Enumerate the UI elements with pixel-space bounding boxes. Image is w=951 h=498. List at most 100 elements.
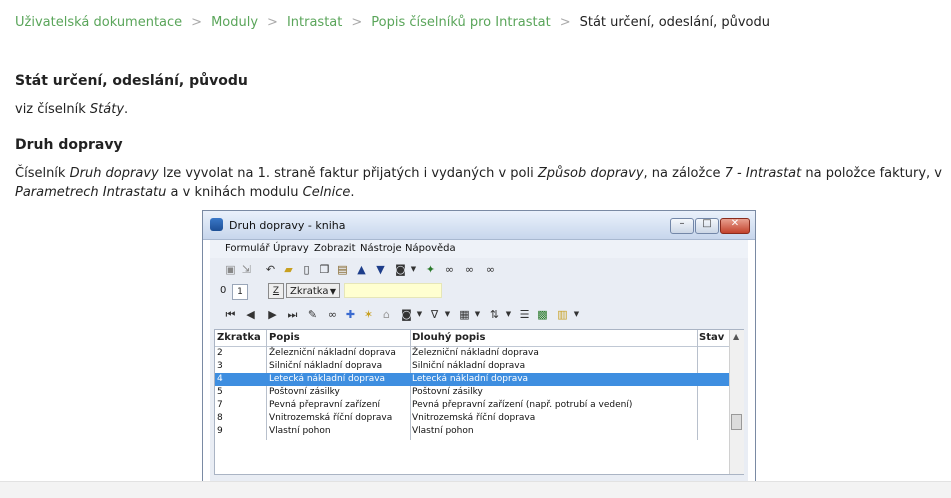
section-heading-country: Stát určení, odeslání, původu	[15, 73, 248, 89]
camera-icon[interactable]: ◙	[394, 263, 407, 276]
table-row[interactable]: 8 Vnitrozemská říční doprava Vnitrozemsk…	[215, 412, 729, 425]
scroll-up-icon[interactable]: ▲	[733, 332, 739, 341]
text-italic: 7 - Intrastat	[724, 166, 802, 181]
breadcrumb-link-docs[interactable]: Uživatelská dokumentace	[15, 15, 182, 30]
breadcrumb-link-codebooks[interactable]: Popis číselníků pro Intrastat	[371, 15, 550, 30]
column-header-description[interactable]: Popis	[269, 332, 300, 343]
text-run: .	[350, 185, 355, 200]
table-row-selected[interactable]: 4 Letecká nákladní doprava Letecká nákla…	[215, 373, 729, 386]
breadcrumb-link-modules[interactable]: Moduly	[211, 15, 258, 30]
breadcrumb-link-intrastat[interactable]: Intrastat	[287, 15, 342, 30]
maximize-button[interactable]: □	[695, 218, 719, 234]
section-text-transport-line1: Číselník Druh dopravy lze vyvolat na 1. …	[15, 163, 942, 184]
sort-select-value: Zkratka	[290, 286, 329, 297]
breadcrumb-separator: >	[559, 15, 571, 30]
text-run: , na záložce	[643, 166, 725, 181]
table-row[interactable]: 3 Silniční nákladní doprava Silniční nák…	[215, 360, 729, 373]
binoculars-icon[interactable]: ∞	[443, 263, 456, 276]
scrollbar-thumb[interactable]	[731, 414, 742, 430]
list-icon[interactable]: ☰	[518, 308, 531, 321]
chevron-down-icon[interactable]: ▼	[441, 308, 454, 321]
export-icon[interactable]: ⇲	[240, 263, 253, 276]
menu-zobrazit[interactable]: Zobrazit	[314, 243, 356, 254]
sort-icon[interactable]: ⇅	[488, 308, 501, 321]
cell-description: Pevná přepravní zařízení	[269, 400, 381, 410]
z-button[interactable]: Z	[268, 283, 284, 299]
close-button[interactable]: ✕	[720, 218, 750, 234]
text-run: lze vyvolat na 1. straně faktur přijatýc…	[158, 166, 538, 181]
save-icon[interactable]: ▣	[224, 263, 237, 276]
vertical-scrollbar[interactable]: ▲	[729, 330, 744, 474]
chevron-down-icon[interactable]: ▼	[471, 308, 484, 321]
chevron-down-icon[interactable]: ▼	[407, 263, 420, 276]
close-icon: ✕	[730, 218, 740, 229]
cell-code: 9	[217, 426, 223, 436]
cell-code: 8	[217, 413, 223, 423]
section-heading-transport: Druh dopravy	[15, 137, 123, 153]
arrow-down-icon[interactable]: ▼	[374, 263, 387, 276]
window-title: Druh dopravy - kniha	[229, 219, 346, 232]
minimize-icon: –	[679, 218, 685, 229]
text-run: Číselník	[15, 166, 70, 181]
chevron-down-icon: ▼	[329, 287, 336, 296]
table-row[interactable]: 9 Vlastní pohon Vlastní pohon	[215, 425, 729, 438]
report-icon[interactable]: ▥	[556, 308, 569, 321]
open-folder-icon[interactable]: ▰	[282, 263, 295, 276]
column-header-status[interactable]: Stav	[699, 332, 724, 343]
column-header-long-description[interactable]: Dlouhý popis	[412, 332, 485, 343]
tab-index-1[interactable]: 1	[232, 284, 248, 300]
copy-icon[interactable]: ❐	[318, 263, 331, 276]
book-icon[interactable]: ▤	[336, 263, 349, 276]
cell-code: 5	[217, 387, 223, 397]
binoculars-prev-icon[interactable]: ∞	[484, 263, 497, 276]
tab-index-0[interactable]: 0	[220, 285, 226, 296]
cell-long-description: Letecká nákladní doprava	[412, 374, 529, 384]
cell-description: Poštovní zásilky	[269, 387, 340, 397]
delete-record-icon[interactable]: ⌂	[380, 308, 393, 321]
next-record-icon[interactable]: ▶	[266, 308, 279, 321]
binoculars-next-icon[interactable]: ∞	[463, 263, 476, 276]
chevron-down-icon[interactable]: ▼	[502, 308, 515, 321]
link-states: Státy	[89, 102, 125, 117]
breadcrumb-separator: >	[191, 15, 203, 30]
cell-long-description: Vnitrozemská říční doprava	[412, 413, 536, 423]
chevron-down-icon[interactable]: ▼	[570, 308, 583, 321]
filter-icon[interactable]: ∇	[428, 308, 441, 321]
minimize-button[interactable]: –	[670, 218, 694, 234]
column-header-code[interactable]: Zkratka	[217, 332, 261, 343]
columns-icon[interactable]: ▦	[458, 308, 471, 321]
undo-icon[interactable]: ↶	[264, 263, 277, 276]
breadcrumb: Uživatelská dokumentace > Moduly > Intrastat…	[15, 15, 770, 30]
table-row[interactable]: 5 Poštovní zásilky Poštovní zásilky	[215, 386, 729, 399]
menu-upravy[interactable]: Úpravy	[273, 243, 309, 254]
new-record-icon[interactable]: ✶	[362, 308, 375, 321]
sort-select[interactable]: Zkratka ▼	[286, 283, 340, 298]
last-record-icon[interactable]: ⏭	[286, 308, 299, 321]
camera-icon[interactable]: ◙	[400, 308, 413, 321]
cell-long-description: Pevná přepravní zařízení (např. potrubí …	[412, 400, 633, 410]
app-window-screenshot: Druh dopravy - kniha – □ ✕ Formulář Úpra…	[202, 210, 756, 484]
app-icon	[210, 218, 223, 231]
first-record-icon[interactable]: ⏮	[224, 308, 237, 321]
section-text-transport-line2: Parametrech Intrastatu a v knihách modul…	[15, 182, 355, 203]
arrow-up-icon[interactable]: ▲	[355, 263, 368, 276]
previous-record-icon[interactable]: ◀	[244, 308, 257, 321]
search-input[interactable]	[344, 283, 442, 298]
chevron-down-icon[interactable]: ▼	[413, 308, 426, 321]
edit-icon[interactable]: ✎	[306, 308, 319, 321]
window-titlebar: Druh dopravy - kniha – □ ✕	[203, 211, 755, 240]
menu-nastroje[interactable]: Nástroje	[360, 243, 402, 254]
cell-long-description: Vlastní pohon	[412, 426, 474, 436]
menu-napoveda[interactable]: Nápověda	[405, 243, 456, 254]
cell-code: 4	[217, 374, 223, 384]
find-replace-icon[interactable]: ✦	[424, 263, 437, 276]
binoculars-icon[interactable]: ∞	[326, 308, 339, 321]
new-document-icon[interactable]: ▯	[300, 263, 313, 276]
excel-export-icon[interactable]: ▩	[536, 308, 549, 321]
menu-formular[interactable]: Formulář	[225, 243, 270, 254]
breadcrumb-current: Stát určení, odeslání, původu	[579, 15, 770, 30]
insert-record-icon[interactable]: ✚	[344, 308, 357, 321]
cell-description: Železniční nákladní doprava	[269, 348, 396, 358]
table-row[interactable]: 2 Železniční nákladní doprava Železniční…	[215, 347, 729, 360]
table-row[interactable]: 7 Pevná přepravní zařízení Pevná přeprav…	[215, 399, 729, 412]
